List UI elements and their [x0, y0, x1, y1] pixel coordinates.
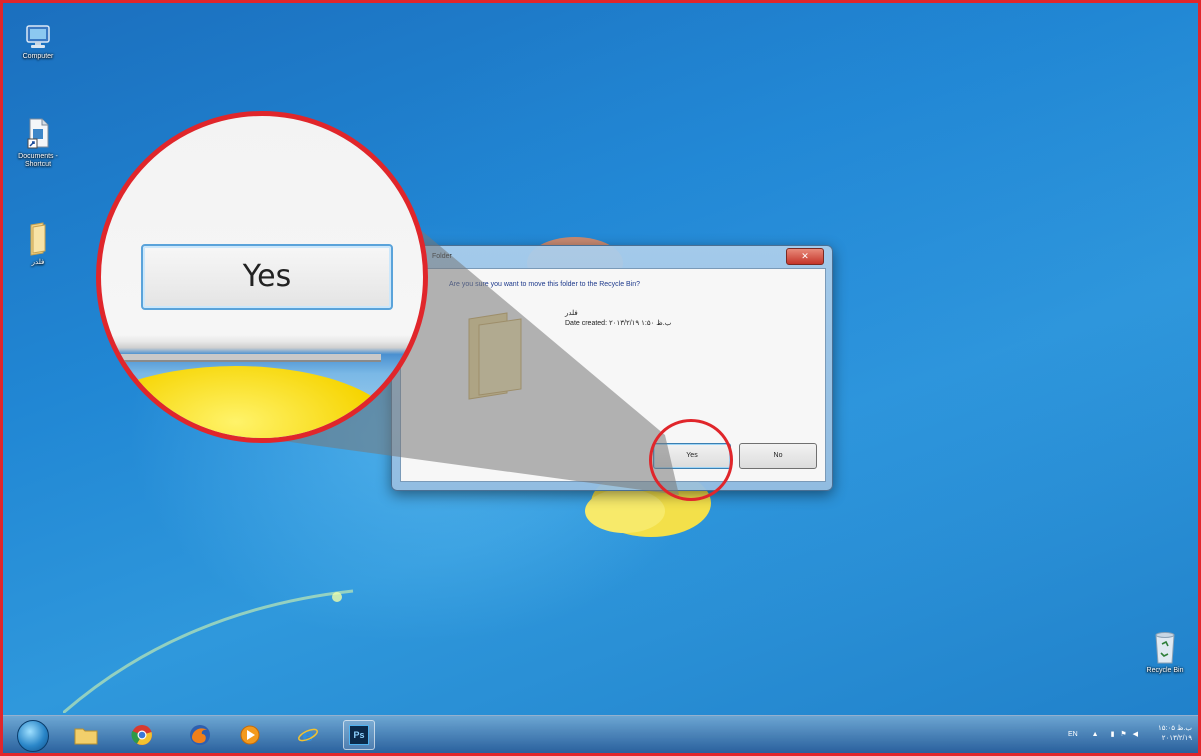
media-player-icon: [240, 725, 260, 745]
highlight-circle: [649, 419, 733, 501]
flag-icon[interactable]: ⚑: [1120, 731, 1126, 738]
folder-name: فلدر: [565, 310, 578, 317]
clock[interactable]: ۱۵:۰۵ ب.ظ ۲۰۱۳/۲/۱۹: [1158, 724, 1192, 744]
internet-explorer-icon: e: [298, 725, 318, 746]
desktop[interactable]: Computer Documents - Shortcut فلدر Recyc…: [3, 3, 1198, 753]
zoom-yes-button: Yes: [141, 244, 393, 310]
dialog-body: Are you sure you want to move this folde…: [400, 268, 826, 482]
start-button[interactable]: [17, 720, 49, 752]
close-button[interactable]: ✕: [786, 248, 824, 265]
network-icon[interactable]: ▮: [1111, 731, 1115, 738]
document-shortcut-icon: [27, 118, 49, 149]
desktop-icon-label: فلدر: [31, 259, 45, 266]
svg-text:e: e: [302, 725, 313, 746]
zoom-callout: Yes: [96, 111, 428, 443]
delete-folder-dialog: Folder ✕ Are you sure you want to move t…: [391, 245, 833, 491]
volume-icon[interactable]: ◀: [1133, 731, 1138, 738]
folder-icon: [30, 222, 46, 256]
clock-date: ۲۰۱۳/۲/۱۹: [1161, 735, 1192, 742]
wallpaper-stem: [63, 589, 354, 713]
desktop-icon-documents[interactable]: Documents - Shortcut: [7, 117, 69, 169]
system-tray[interactable]: EN ▲ ▮ ⚑ ◀: [1068, 730, 1138, 738]
photoshop-icon: Ps: [349, 725, 369, 745]
dialog-title: Folder: [432, 253, 452, 260]
photoshop-taskbar-button[interactable]: Ps: [343, 720, 375, 750]
folder-icon: [74, 728, 98, 745]
firefox-taskbar-button[interactable]: [187, 722, 213, 748]
desktop-icon-recycle-bin[interactable]: Recycle Bin: [1134, 629, 1196, 675]
desktop-icon-label: Documents - Shortcut: [18, 153, 58, 168]
language-indicator[interactable]: EN: [1068, 731, 1078, 738]
desktop-icon-label: Recycle Bin: [1146, 667, 1184, 674]
desktop-icon-label: Computer: [22, 53, 54, 60]
chrome-taskbar-button[interactable]: [129, 722, 155, 748]
computer-icon: [26, 25, 50, 48]
show-hidden-icons[interactable]: ▲: [1092, 731, 1099, 738]
desktop-icon-folder[interactable]: فلدر: [7, 221, 69, 267]
zoom-dialog-edge: [101, 354, 381, 362]
folder-preview-icon: [468, 312, 522, 400]
chrome-icon: [131, 725, 152, 745]
zoom-flower: [101, 366, 401, 438]
firefox-icon: [190, 725, 210, 745]
desktop-icon-computer[interactable]: Computer: [7, 23, 69, 61]
recycle-bin-icon: [1155, 632, 1175, 664]
media-player-taskbar-button[interactable]: [237, 722, 263, 748]
confirm-question: Are you sure you want to move this folde…: [449, 281, 641, 288]
screenshot-frame: Computer Documents - Shortcut فلدر Recyc…: [0, 0, 1201, 756]
date-created: Date created: ۲۰۱۳/۲/۱۹ ب.ظ ۱:۵۰: [565, 320, 672, 327]
explorer-taskbar-button[interactable]: [73, 722, 99, 748]
taskbar: e Ps EN ▲ ▮ ⚑ ◀ ۱۵:۰۵ ب.ظ ۲۰۱۳/۲/۱۹: [3, 715, 1198, 753]
no-button[interactable]: No: [739, 443, 817, 469]
ie-taskbar-button[interactable]: e: [295, 722, 321, 748]
clock-time: ۱۵:۰۵ ب.ظ: [1158, 725, 1192, 732]
